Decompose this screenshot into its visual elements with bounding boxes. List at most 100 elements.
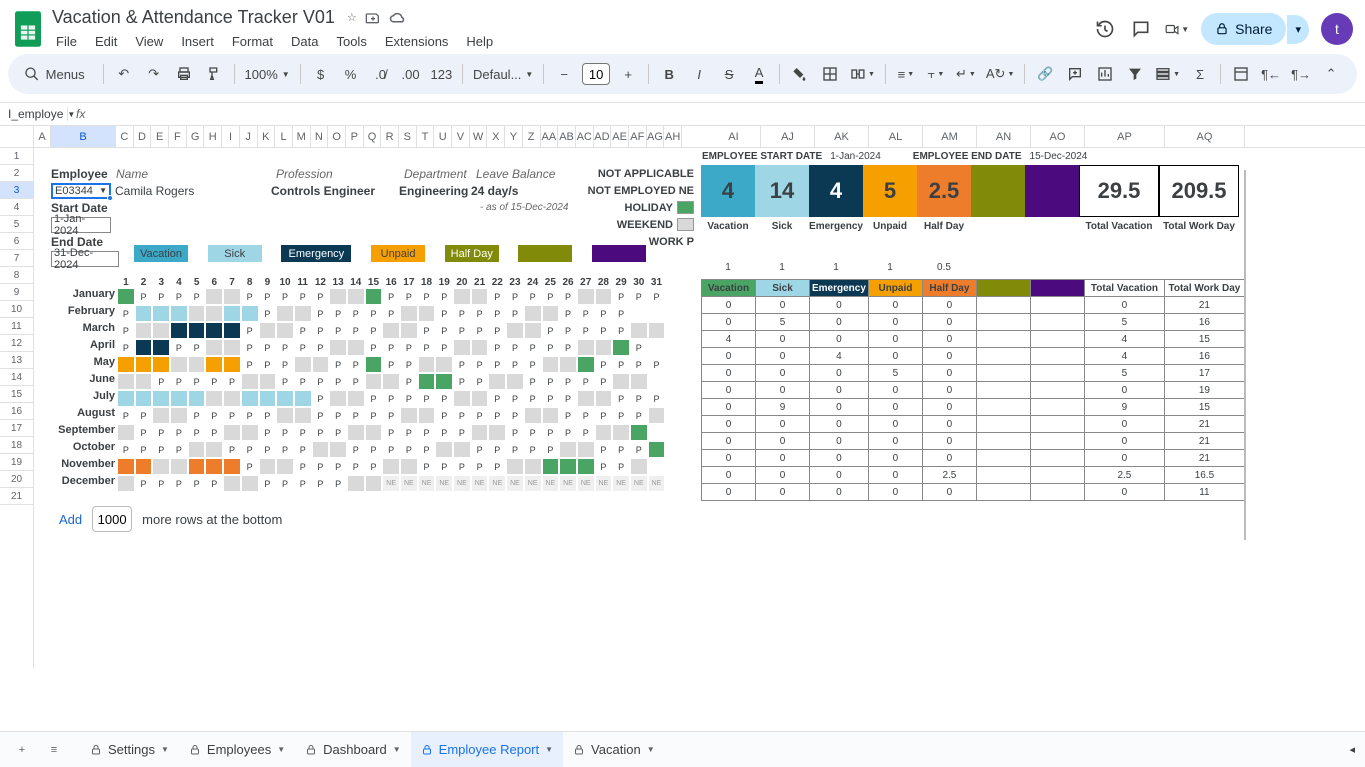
table-cell[interactable]: 5: [1084, 365, 1164, 382]
cal-cell[interactable]: P: [294, 322, 312, 339]
table-cell[interactable]: 0: [922, 450, 976, 467]
row-17[interactable]: 17: [0, 420, 33, 437]
cal-cell[interactable]: P: [559, 339, 577, 356]
cal-cell[interactable]: P: [329, 356, 347, 373]
row-10[interactable]: 10: [0, 301, 33, 318]
col-AJ[interactable]: AJ: [761, 126, 815, 147]
col-P[interactable]: P: [346, 126, 364, 147]
table-cell[interactable]: [1030, 433, 1084, 450]
cal-cell[interactable]: P: [312, 339, 330, 356]
cal-cell[interactable]: [542, 356, 560, 373]
row-8[interactable]: 8: [0, 267, 33, 284]
col-M[interactable]: M: [293, 126, 311, 147]
cal-cell[interactable]: [135, 458, 153, 475]
table-cell[interactable]: 0: [756, 297, 810, 314]
cal-cell[interactable]: [400, 458, 418, 475]
cal-cell[interactable]: P: [542, 424, 560, 441]
cloud-icon[interactable]: [389, 11, 407, 25]
table-cell[interactable]: 0: [1084, 433, 1164, 450]
row-13[interactable]: 13: [0, 352, 33, 369]
cal-cell[interactable]: P: [471, 322, 489, 339]
table-cell[interactable]: 0: [922, 348, 976, 365]
cal-cell[interactable]: P: [453, 356, 471, 373]
cal-cell[interactable]: P: [400, 390, 418, 407]
cal-cell[interactable]: [453, 390, 471, 407]
tables-icon[interactable]: [1227, 60, 1255, 88]
borders-icon[interactable]: [816, 60, 844, 88]
cal-cell[interactable]: [347, 339, 365, 356]
col-I[interactable]: I: [222, 126, 240, 147]
strike-icon[interactable]: S: [715, 60, 743, 88]
cal-cell[interactable]: P: [312, 458, 330, 475]
font-size-input[interactable]: [582, 63, 610, 85]
cal-cell[interactable]: P: [542, 373, 560, 390]
cal-cell[interactable]: P: [400, 339, 418, 356]
row-5[interactable]: 5: [0, 216, 33, 233]
cal-cell[interactable]: P: [506, 356, 524, 373]
cal-cell[interactable]: P: [170, 373, 188, 390]
row-21[interactable]: 21: [0, 488, 33, 505]
cal-cell[interactable]: P: [488, 339, 506, 356]
cal-cell[interactable]: [259, 458, 277, 475]
cal-cell[interactable]: [347, 288, 365, 305]
table-cell[interactable]: [976, 484, 1030, 501]
cal-cell[interactable]: [577, 288, 595, 305]
add-button[interactable]: Add: [59, 512, 82, 527]
cal-cell[interactable]: P: [559, 288, 577, 305]
paint-format-icon[interactable]: [200, 60, 228, 88]
table-cell[interactable]: 0: [922, 314, 976, 331]
cal-cell[interactable]: P: [259, 407, 277, 424]
cal-cell[interactable]: P: [329, 475, 347, 492]
cal-cell[interactable]: [205, 458, 223, 475]
col-Z[interactable]: Z: [523, 126, 541, 147]
cal-cell[interactable]: [559, 356, 577, 373]
cal-cell[interactable]: [648, 441, 666, 458]
cal-cell[interactable]: P: [630, 390, 648, 407]
cal-cell[interactable]: P: [471, 305, 489, 322]
meet-icon[interactable]: ▼: [1165, 17, 1189, 41]
table-cell[interactable]: 0: [756, 348, 810, 365]
cal-cell[interactable]: [400, 407, 418, 424]
col-AG[interactable]: AG: [647, 126, 665, 147]
cal-cell[interactable]: P: [488, 322, 506, 339]
cal-cell[interactable]: P: [400, 441, 418, 458]
cal-cell[interactable]: P: [170, 424, 188, 441]
table-cell[interactable]: 0: [810, 365, 869, 382]
cal-cell[interactable]: P: [577, 373, 595, 390]
cal-cell[interactable]: NE: [542, 475, 560, 492]
cal-cell[interactable]: [117, 390, 135, 407]
table-cell[interactable]: 0: [868, 348, 922, 365]
table-cell[interactable]: 0: [922, 382, 976, 399]
table-cell[interactable]: 0: [810, 450, 869, 467]
cal-cell[interactable]: [329, 288, 347, 305]
cal-cell[interactable]: P: [488, 441, 506, 458]
cal-cell[interactable]: P: [453, 458, 471, 475]
col-AM[interactable]: AM: [923, 126, 977, 147]
cal-cell[interactable]: [418, 373, 436, 390]
cal-cell[interactable]: P: [223, 441, 241, 458]
table-cell[interactable]: 5: [756, 314, 810, 331]
table-cell[interactable]: 0: [810, 484, 869, 501]
table-cell[interactable]: 0: [702, 382, 756, 399]
table-cell[interactable]: 0: [1084, 382, 1164, 399]
cal-cell[interactable]: P: [205, 407, 223, 424]
cal-cell[interactable]: [276, 390, 294, 407]
col-U[interactable]: U: [434, 126, 452, 147]
table-cell[interactable]: 0: [702, 365, 756, 382]
cal-cell[interactable]: P: [630, 441, 648, 458]
print-icon[interactable]: [170, 60, 198, 88]
cal-cell[interactable]: [205, 322, 223, 339]
comment-icon[interactable]: [1129, 17, 1153, 41]
cal-cell[interactable]: P: [347, 458, 365, 475]
cal-cell[interactable]: P: [612, 288, 630, 305]
cal-cell[interactable]: P: [630, 356, 648, 373]
col-AI[interactable]: AI: [707, 126, 761, 147]
cal-cell[interactable]: [188, 441, 206, 458]
cal-cell[interactable]: P: [400, 288, 418, 305]
cal-cell[interactable]: [241, 424, 259, 441]
cal-cell[interactable]: [577, 356, 595, 373]
cal-cell[interactable]: [471, 424, 489, 441]
cal-cell[interactable]: P: [117, 407, 135, 424]
cal-cell[interactable]: NE: [418, 475, 436, 492]
cal-cell[interactable]: P: [170, 288, 188, 305]
